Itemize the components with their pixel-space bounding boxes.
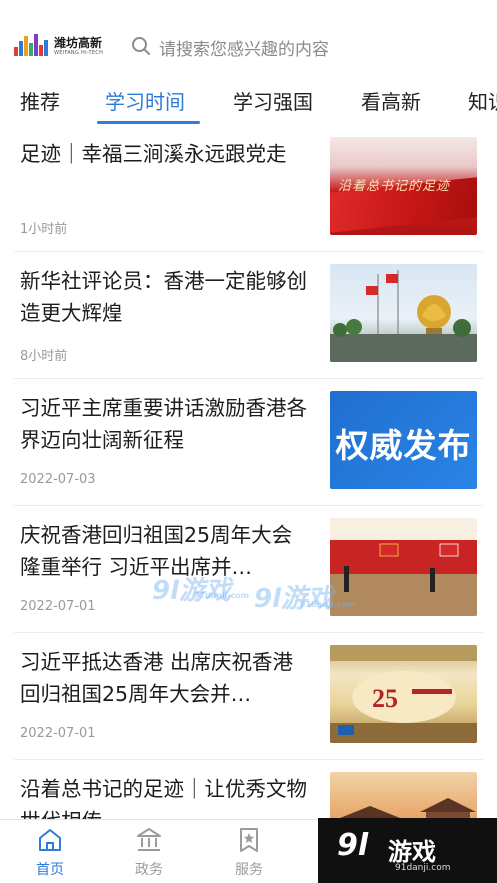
- news-thumbnail[interactable]: 25: [330, 645, 477, 743]
- news-time: 8小时前: [20, 349, 68, 364]
- news-title[interactable]: 习近平主席重要讲话激励香港各界迈向壮阔新征程: [20, 392, 312, 456]
- news-item[interactable]: 习近平主席重要讲话激励香港各界迈向壮阔新征程 2022-07-03 权威发布: [0, 378, 497, 505]
- nav-service[interactable]: 服务: [219, 826, 279, 882]
- nav-service-label: 服务: [235, 862, 263, 878]
- nav-home[interactable]: 首页: [20, 826, 80, 882]
- news-time: 2022-07-03: [20, 472, 96, 487]
- app-header: 潍坊高新 WEIFANG HI-TECH 请搜索您感兴趣的内容: [0, 0, 497, 80]
- logo-subtitle: WEIFANG HI-TECH: [54, 50, 104, 56]
- museum-building-image: [340, 798, 476, 819]
- thumbnail-caption: 权威发布: [335, 426, 472, 465]
- news-thumbnail[interactable]: 权威发布: [330, 391, 477, 489]
- search-placeholder: 请搜索您感兴趣的内容: [159, 40, 329, 60]
- news-title[interactable]: 新华社评论员：香港一定能够创造更大辉煌: [20, 265, 312, 329]
- svg-text:25: 25: [372, 684, 398, 713]
- news-thumbnail[interactable]: [330, 772, 477, 819]
- tab-knowledge[interactable]: 知识: [468, 86, 497, 115]
- news-item[interactable]: 足迹｜幸福三涧溪永远跟党走 1小时前 沿着总书记的足迹: [0, 124, 497, 251]
- site-watermark-logo: 9l: [337, 828, 369, 863]
- tab-recommend[interactable]: 推荐: [20, 86, 60, 115]
- anniversary-stage-image: 25: [330, 645, 477, 743]
- news-item[interactable]: 沿着总书记的足迹｜让优秀文物世代相传: [0, 759, 497, 819]
- tab-study-power[interactable]: 学习强国: [233, 86, 313, 115]
- category-tabs: 推荐 学习时间 学习强国 看高新 知识: [0, 80, 497, 124]
- search-icon: [132, 37, 150, 55]
- site-watermark-text: 游戏: [388, 838, 436, 866]
- news-title[interactable]: 沿着总书记的足迹｜让优秀文物世代相传: [20, 773, 312, 819]
- search-input[interactable]: 请搜索您感兴趣的内容: [128, 32, 468, 60]
- news-time: 2022-07-01: [20, 599, 96, 614]
- bauhinia-square-image: [330, 270, 477, 362]
- watermark: 9l游戏: [254, 584, 334, 614]
- site-watermark-url: 91danji.com: [395, 863, 451, 873]
- tab-study-time[interactable]: 学习时间: [105, 86, 185, 115]
- news-feed[interactable]: 足迹｜幸福三涧溪永远跟党走 1小时前 沿着总书记的足迹 新华社评论员：香港一定能…: [0, 124, 497, 819]
- nav-government[interactable]: 政务: [119, 826, 179, 882]
- tab-hi-tech[interactable]: 看高新: [361, 86, 421, 115]
- news-thumbnail[interactable]: 沿着总书记的足迹: [330, 137, 477, 235]
- news-time: 2022-07-01: [20, 726, 96, 741]
- watermark-url: 91danji.com: [300, 600, 356, 609]
- news-title[interactable]: 足迹｜幸福三涧溪永远跟党走: [20, 138, 312, 202]
- service-icon: [240, 828, 258, 852]
- news-item[interactable]: 新华社评论员：香港一定能够创造更大辉煌 8小时前: [0, 251, 497, 378]
- home-icon: [39, 829, 61, 851]
- nav-government-label: 政务: [135, 862, 163, 878]
- news-thumbnail[interactable]: [330, 264, 477, 362]
- watermark: 9l游戏: [152, 576, 232, 606]
- news-item[interactable]: 庆祝香港回归祖国25周年大会隆重举行 习近平出席并… 2022-07-01: [0, 505, 497, 632]
- news-time: 1小时前: [20, 222, 68, 237]
- logo-name: 潍坊高新: [54, 36, 103, 50]
- government-icon: [137, 828, 161, 851]
- watermark-url: 91danji.com: [194, 591, 250, 600]
- news-item[interactable]: 习近平抵达香港 出席庆祝香港回归祖国25周年大会并… 2022-07-01 25: [0, 632, 497, 759]
- news-title[interactable]: 习近平抵达香港 出席庆祝香港回归祖国25周年大会并…: [20, 646, 312, 710]
- thumbnail-caption: 沿着总书记的足迹: [338, 179, 451, 194]
- nav-home-label: 首页: [36, 862, 64, 878]
- logo-mark-icon: [14, 34, 50, 56]
- app-logo[interactable]: 潍坊高新 WEIFANG HI-TECH: [14, 30, 108, 60]
